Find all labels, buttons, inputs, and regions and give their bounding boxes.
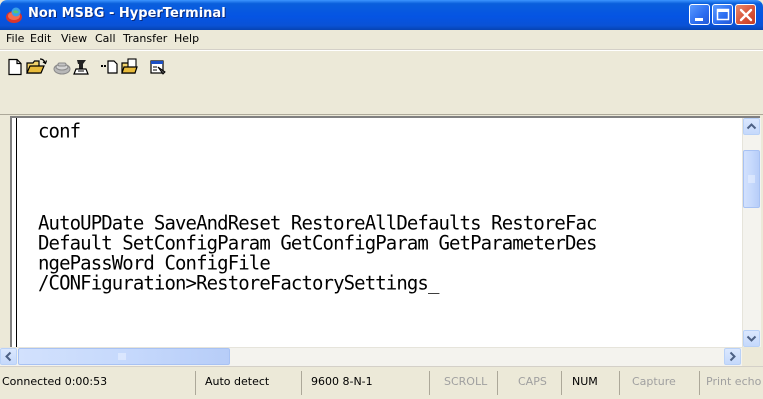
menu-file[interactable]: File: [6, 32, 24, 45]
minimize-button[interactable]: [689, 4, 710, 25]
menu-edit[interactable]: Edit: [30, 32, 51, 45]
receive-icon: [121, 58, 138, 74]
status-capture: Capture: [620, 371, 700, 395]
scroll-up-arrow-icon: [746, 123, 757, 130]
disconnect-button[interactable]: [72, 58, 92, 76]
window-title: Non MSBG - HyperTerminal: [28, 6, 226, 21]
terminal-line: conf: [38, 119, 81, 143]
vertical-scroll-thumb[interactable]: [743, 150, 760, 208]
toolbar: [0, 50, 763, 115]
text-cursor: _: [427, 271, 439, 295]
vertical-scrollbar[interactable]: [742, 118, 761, 347]
disconnect-phone-icon: [73, 60, 89, 75]
menu-bar: File Edit View Call Transfer Help: [0, 30, 763, 50]
terminal-output[interactable]: conf AutoUPDate SaveAndReset RestoreAllD…: [23, 118, 735, 347]
scroll-down-arrow-icon: [746, 335, 757, 342]
connect-button[interactable]: [52, 58, 72, 76]
scroll-left-arrow-icon: [5, 351, 12, 362]
terminal-line: ngePassWord ConfigFile: [38, 251, 271, 275]
close-button[interactable]: [735, 4, 756, 25]
hyperterminal-phone-icon[interactable]: [5, 6, 23, 24]
scrollbar-corner: [742, 347, 760, 365]
maximize-button[interactable]: [712, 4, 733, 25]
horizontal-scroll-thumb[interactable]: [18, 348, 230, 365]
scroll-up-button[interactable]: [743, 118, 760, 135]
menu-call[interactable]: Call: [95, 32, 116, 45]
grip-icon: [748, 175, 755, 183]
status-bar: Connected 0:00:53 Auto detect 9600 8-N-1…: [0, 366, 763, 399]
send-icon: [101, 60, 118, 74]
grip-icon: [118, 353, 126, 360]
status-num: NUM: [562, 371, 620, 395]
terminal-line: AutoUPDate SaveAndReset RestoreAllDefaul…: [38, 211, 597, 235]
open-button[interactable]: [26, 58, 48, 76]
horizontal-scrollbar[interactable]: [0, 347, 742, 366]
scroll-down-button[interactable]: [743, 330, 760, 347]
new-document-button[interactable]: [6, 58, 26, 76]
scroll-right-button[interactable]: [724, 348, 741, 365]
new-document-icon: [8, 58, 22, 76]
terminal-prompt-line: /CONFiguration>RestoreFactorySettings_: [38, 273, 439, 293]
status-caps: CAPS: [498, 371, 562, 395]
terminal-command: /CONFiguration>RestoreFactorySettings: [38, 271, 429, 295]
properties-button[interactable]: [149, 58, 169, 76]
status-scroll: SCROLL: [430, 371, 498, 395]
menu-help[interactable]: Help: [174, 32, 199, 45]
scroll-right-arrow-icon: [729, 351, 736, 362]
maximize-icon: [716, 8, 730, 21]
menu-view[interactable]: View: [61, 32, 87, 45]
status-emulation: Auto detect: [196, 371, 302, 395]
toolbar-divider: [0, 114, 763, 115]
status-port-settings: 9600 8-N-1: [302, 371, 430, 395]
terminal-divider: [16, 118, 17, 347]
connect-phone-icon: [53, 62, 71, 75]
properties-icon: [150, 60, 166, 75]
minimize-icon: [695, 18, 703, 21]
menu-transfer[interactable]: Transfer: [123, 32, 167, 45]
open-folder-icon: [26, 58, 48, 74]
send-button[interactable]: [100, 58, 120, 76]
receive-button[interactable]: [120, 58, 140, 76]
close-icon: [739, 8, 753, 22]
terminal-line: Default SetConfigParam GetConfigParam Ge…: [38, 231, 597, 255]
status-connection: Connected 0:00:53: [0, 371, 196, 395]
scroll-left-button[interactable]: [0, 348, 17, 365]
status-print-echo: Print echo: [706, 375, 762, 388]
title-bar[interactable]: Non MSBG - HyperTerminal: [0, 0, 763, 30]
